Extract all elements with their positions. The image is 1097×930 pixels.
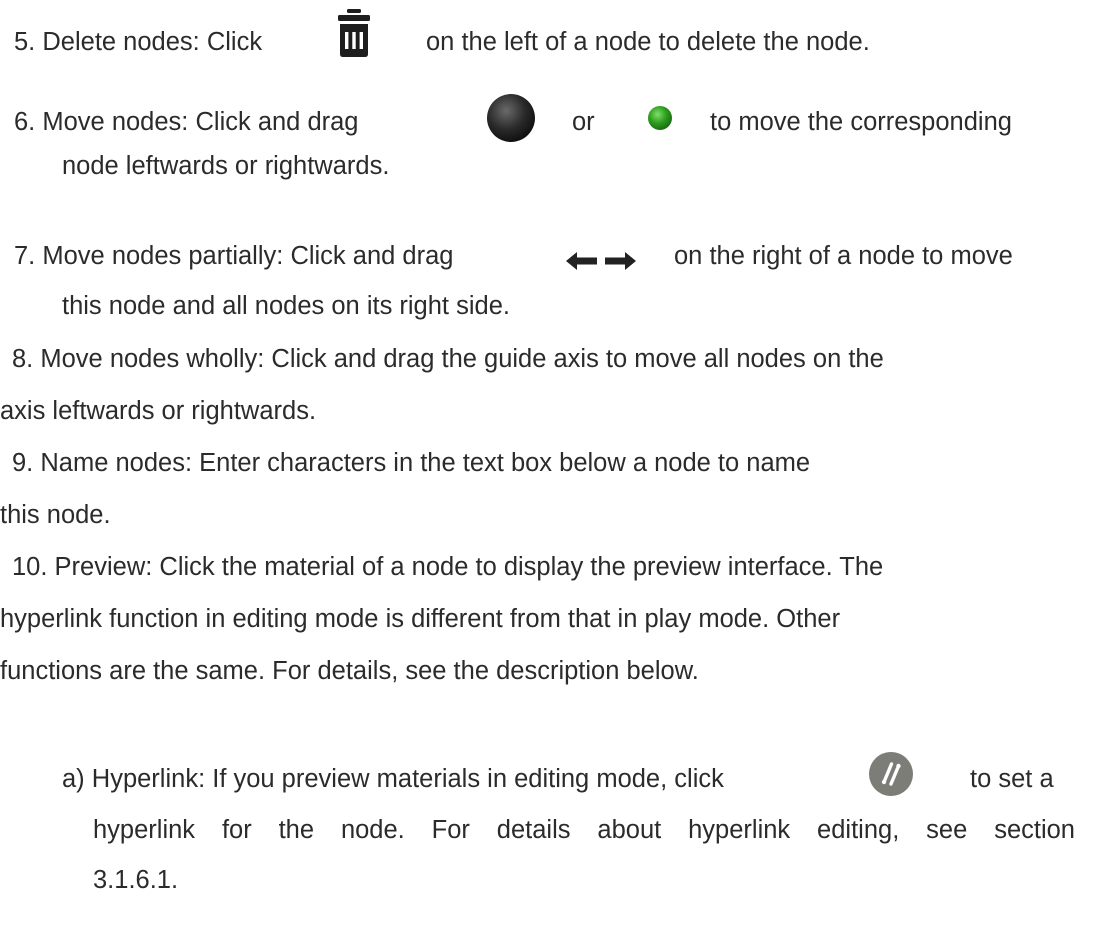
item-6-line: 6. Move nodes: Click and drag [14, 108, 358, 137]
hyperlink-icon [869, 752, 913, 796]
item-number: 5. [14, 28, 36, 56]
item-5-after: on the left of a node to delete the node… [426, 28, 870, 56]
subitem-a-line-3: 3.1.6.1. [93, 866, 179, 894]
item-text: Click and drag [195, 108, 359, 136]
item-number: 6. [14, 108, 36, 136]
item-8-continuation: axis leftwards or rightwards. [0, 397, 317, 425]
dark-circle-handle-icon [487, 94, 535, 142]
green-dot-handle-icon [648, 106, 672, 130]
item-9-line: 9. Name nodes: Enter characters in the t… [0, 449, 810, 478]
trash-icon [338, 9, 370, 57]
item-text: Click and drag [290, 242, 454, 270]
item-text: Name nodes: Enter characters in the text… [40, 449, 811, 477]
item-7-after: on the right of a node to move [674, 242, 1013, 270]
item-6-continuation: node leftwards or rightwards. [62, 152, 390, 180]
item-5-line: 5. Delete nodes: Click [14, 28, 262, 57]
item-number: 7. [14, 242, 36, 270]
item-9-continuation: this node. [0, 501, 111, 529]
item-text: Preview: Click the material of a node to… [54, 553, 884, 581]
subitem-a-line-2: hyperlink for the node. For details abou… [93, 816, 1075, 844]
item-7-continuation: this node and all nodes on its right sid… [62, 292, 510, 320]
subitem-marker: a) [62, 765, 85, 793]
item-label: Move nodes partially: [42, 242, 284, 270]
item-label: Move nodes: [42, 108, 189, 136]
item-10-line-2: hyperlink function in editing mode is di… [0, 605, 841, 633]
item-text: Move nodes wholly: Click and drag the gu… [40, 345, 884, 373]
subitem-text: Hyperlink: If you preview materials in e… [91, 765, 724, 793]
item-7-line: 7. Move nodes partially: Click and drag [14, 242, 453, 271]
double-arrow-icon [566, 252, 636, 270]
item-text: Click [206, 28, 263, 56]
item-6-or: or [572, 108, 595, 136]
subitem-a-line: a) Hyperlink: If you preview materials i… [62, 765, 724, 794]
item-number: 9. [12, 449, 34, 477]
item-number: 10. [12, 553, 48, 581]
item-6-after: to move the corresponding [710, 108, 1012, 136]
item-10-line: 10. Preview: Click the material of a nod… [0, 553, 883, 582]
item-label: Delete nodes: [42, 28, 200, 56]
item-8-line: 8. Move nodes wholly: Click and drag the… [0, 345, 884, 374]
subitem-a-after: to set a [970, 765, 1054, 793]
item-10-line-3: functions are the same. For details, see… [0, 657, 699, 685]
item-number: 8. [12, 345, 34, 373]
